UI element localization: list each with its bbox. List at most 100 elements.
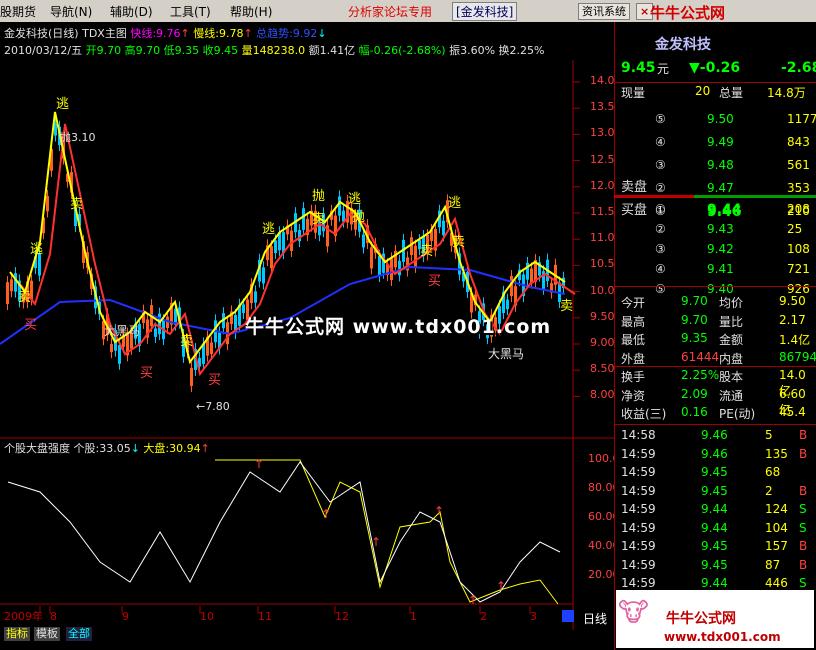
- bid-price: 9.43: [707, 222, 734, 236]
- watermark: 牛牛公式网 www.tdx001.com: [245, 316, 552, 338]
- tick-time: 14:59: [621, 557, 656, 572]
- ask-price: 9.50: [707, 112, 734, 126]
- stat-value: 2.25%: [681, 368, 720, 382]
- bar-close: 收9.45: [202, 44, 239, 57]
- bar-high: 高9.70: [124, 44, 161, 57]
- bid-level: ③: [655, 242, 666, 256]
- bar-date: 2010/03/12/五: [4, 44, 83, 57]
- menu-futures[interactable]: 股期货: [0, 3, 36, 20]
- time-axis-label: 2: [480, 610, 487, 623]
- throw-signal-1: 抛: [312, 189, 326, 204]
- time-axis-label: 10: [200, 610, 214, 623]
- tab-indicator[interactable]: 指标: [4, 627, 30, 641]
- sell-side-label: 卖盘: [621, 180, 648, 195]
- sell-signal-7: 卖: [18, 290, 32, 305]
- candle-body: [154, 328, 157, 337]
- candle-body: [10, 279, 13, 292]
- stat-label: 股本: [719, 370, 744, 384]
- ask-volume: 843: [787, 135, 810, 149]
- sell-signal-4: 卖: [420, 244, 434, 259]
- tick-side: S: [799, 502, 807, 516]
- candle-body: [210, 342, 213, 354]
- quote-row: 14:59 9.44 104 S: [615, 519, 816, 539]
- forum-label: 分析家论坛专用: [348, 5, 433, 19]
- stat-value: 9.35: [681, 331, 708, 345]
- candle-body: [158, 313, 161, 335]
- ask-price: 9.48: [707, 158, 734, 172]
- stat-label: 均价: [719, 296, 744, 310]
- tick-volume: 104: [765, 520, 788, 535]
- candle-body: [378, 255, 381, 276]
- price-axis-label: 9.50: [590, 309, 615, 323]
- indicator-header: 个股大盘强度 个股:33.05↓ 大盘:30.94↑: [4, 442, 210, 455]
- bar-turnover: 换2.25%: [498, 44, 545, 57]
- tick-side: B: [799, 483, 808, 498]
- candle-body: [442, 220, 445, 236]
- sell-signal-6: 卖: [560, 299, 574, 314]
- stat-label: 最低: [621, 333, 646, 347]
- menu-help[interactable]: 帮助(H): [230, 3, 272, 20]
- panel-price: 9.45: [621, 60, 656, 76]
- stock-title: 金发科技(日线): [4, 27, 79, 40]
- candle-body: [46, 195, 49, 212]
- buy-signal-4: 买: [428, 274, 442, 289]
- menu-navigate[interactable]: 导航(N): [50, 3, 92, 20]
- tick-time: 14:58: [621, 428, 656, 442]
- tick-volume: 446: [765, 576, 788, 590]
- tick-volume: 68: [765, 465, 781, 479]
- total-volume: 14.8万: [767, 86, 806, 100]
- ask-level: ③: [655, 158, 666, 172]
- bar-open: 开9.70: [85, 44, 122, 57]
- stat-value: 2.09: [681, 386, 708, 401]
- bid-volume: 108: [787, 242, 810, 256]
- indicator-stock: 个股:33.05: [73, 442, 131, 455]
- chart-header-line1: 金发科技(日线) TDX主图 快线:9.76↑ 慢线:9.78↑ 总趋势:9.9…: [4, 27, 327, 40]
- tick-price: 9.45: [701, 483, 728, 498]
- scroll-handle[interactable]: [562, 610, 574, 622]
- escape-signal-2: 逃: [262, 222, 276, 237]
- quote-row: ③ 9.42 108: [615, 240, 816, 260]
- menu-assist[interactable]: 辅助(D): [110, 3, 153, 20]
- fast-line-value: 快线:9.76: [130, 27, 181, 40]
- stat-value: 9.70: [681, 312, 708, 327]
- quote-row: 14:58 9.46 5 B: [615, 426, 816, 446]
- candle-body: [110, 343, 113, 353]
- tick-price: 9.46: [701, 428, 728, 442]
- candle-body: [6, 282, 9, 304]
- info-system-button[interactable]: 资讯系统: [578, 3, 630, 20]
- total-volume-label: 总量: [719, 86, 744, 100]
- tab-all[interactable]: 全部: [66, 627, 92, 641]
- ask-price: 9.47: [707, 181, 734, 195]
- candle-body: [262, 267, 265, 284]
- quote-row: ③ 9.48 561: [615, 156, 816, 176]
- quote-row: 14:59 9.46 135 B: [615, 445, 816, 465]
- escape-signal-1: 逃: [56, 97, 70, 112]
- quote-row: 14:59 9.45 157 B: [615, 537, 816, 557]
- ask-volume: 353: [787, 181, 810, 195]
- now-volume: 20: [695, 84, 711, 98]
- quote-row: 14:59 9.45 87 B: [615, 556, 816, 576]
- stat-label: 净资: [621, 388, 646, 403]
- daily-period-label[interactable]: 日线: [583, 610, 607, 627]
- tab-template[interactable]: 模板: [34, 627, 60, 641]
- candle-body: [274, 240, 277, 254]
- tick-side: B: [799, 557, 808, 572]
- stat-label: 最高: [621, 314, 646, 329]
- stat-label: 金额: [719, 333, 744, 347]
- tick-price: 9.44: [701, 502, 728, 516]
- ask-level: ⑤: [655, 112, 666, 126]
- tick-volume: 124: [765, 502, 788, 516]
- dark-horse-annotation-1: 大黑马: [104, 324, 141, 338]
- buy-side-label: 买盘: [621, 203, 648, 218]
- quote-row: 14:59 9.44 124 S: [615, 500, 816, 520]
- escape-signal-3: 逃: [348, 192, 362, 207]
- quote-row: 净资 2.09 流通 6.60亿: [615, 385, 816, 417]
- bar-amplitude: 振3.60%: [449, 44, 496, 57]
- escape-signal-4: 逃: [448, 196, 462, 211]
- bid-price: 9.44: [707, 202, 742, 218]
- menu-tools[interactable]: 工具(T): [170, 3, 211, 20]
- panel-stock-name: 金发科技: [655, 37, 711, 53]
- bar-low: 低9.35: [163, 44, 200, 57]
- ask-level: ②: [655, 181, 666, 195]
- up-arrow-icon: ↑: [371, 535, 381, 549]
